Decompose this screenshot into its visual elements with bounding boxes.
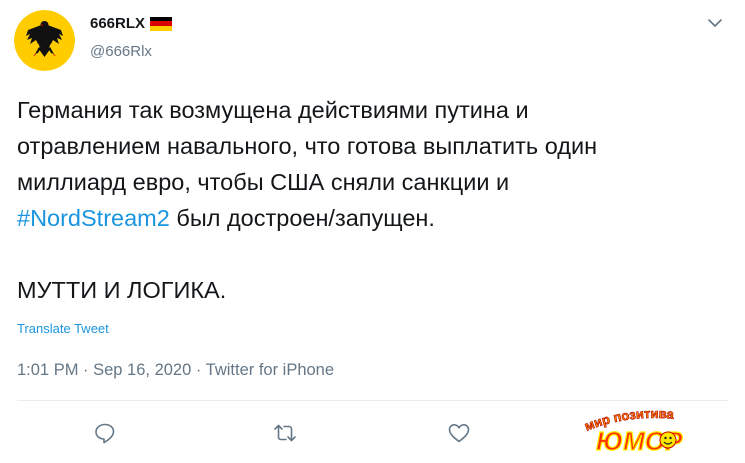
user-handle[interactable]: @666Rlx [90,43,152,60]
user-name-row[interactable]: 666RLX [90,15,173,32]
tweet-line: МУТТИ И ЛОГИКА. [17,277,227,303]
retweet-icon[interactable] [273,421,297,445]
hashtag-link[interactable]: #NordStream2 [17,205,170,231]
watermark-logo: мир позитива ЮМОР [576,402,726,458]
tweet-line: Германия так возмущена действиями путина… [17,97,529,123]
german-flag-icon [150,16,173,31]
tweet-timestamp[interactable]: 1:01 PM · Sep 16, 2020 · Twitter for iPh… [17,361,334,380]
tweet-text: Германия так возмущена действиями путина… [17,92,737,308]
display-name[interactable]: 666RLX [90,15,145,32]
tweet-line: #NordStream2 был достроен/запущен. [17,200,737,236]
translate-tweet-link[interactable]: Translate Tweet [17,321,109,336]
chevron-down-icon[interactable] [706,14,724,32]
tweet-line: отравлением навального, что готова выпла… [17,133,598,159]
tweet-line-blank [17,236,737,272]
like-icon[interactable] [447,421,471,445]
divider [17,400,728,401]
reply-icon[interactable] [93,421,117,445]
tweet-line-rest: был достроен/запущен. [169,205,435,231]
avatar[interactable] [14,10,75,71]
tweet-line: миллиард евро, чтобы США сняли санкции и [17,169,510,195]
